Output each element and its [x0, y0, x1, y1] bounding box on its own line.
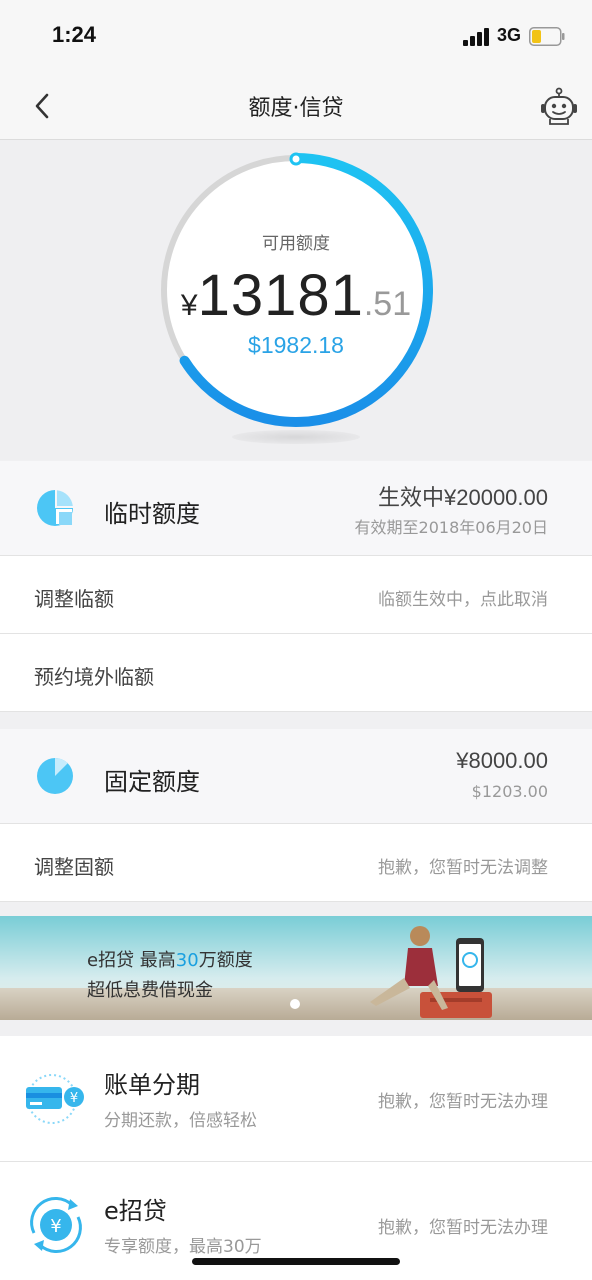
adjust-temp-hint[interactable]: 临额生效中，点此取消 — [378, 585, 548, 610]
status-bar: 1:24 3G — [0, 0, 592, 72]
home-indicator — [192, 1258, 400, 1265]
ring-shadow — [232, 430, 360, 444]
temp-limit-title: 临时额度 — [104, 500, 200, 528]
fixed-limit-section[interactable]: 固定额度 ¥8000.00 $1203.00 — [0, 729, 592, 824]
fixed-limit-title: 固定额度 — [104, 768, 200, 796]
service-subtitle: 专享额度，最高30万 — [104, 1237, 262, 1257]
fixed-limit-usd: $1203.00 — [471, 782, 548, 801]
temp-limit-valid-until: 有效期至2018年06月20日 — [354, 518, 548, 537]
adjust-fixed-row[interactable]: 调整固额 抱歉，您暂时无法调整 — [0, 824, 592, 902]
network-type: 3G — [497, 25, 522, 45]
page-title: 额度·信贷 — [248, 96, 344, 121]
service-status: 抱歉，您暂时无法办理 — [378, 1218, 548, 1238]
banner-headline-prefix: e招贷 最高 — [87, 950, 176, 971]
amount-decimal: .51 — [363, 285, 412, 323]
pie-chart-icon — [37, 758, 73, 794]
adjust-fixed-hint: 抱歉，您暂时无法调整 — [378, 858, 548, 878]
available-credit-amount: ¥13181.51 — [176, 262, 416, 329]
card-installment-icon: ¥ — [26, 1074, 84, 1124]
service-subtitle: 分期还款，倍感轻松 — [104, 1111, 257, 1131]
svg-text:¥: ¥ — [50, 1216, 61, 1237]
service-title: 账单分期 — [104, 1071, 200, 1099]
service-title: e招贷 — [104, 1197, 167, 1225]
yen-loan-icon: ¥ — [30, 1197, 82, 1253]
banner-headline: e招贷 最高30万额度 — [87, 946, 253, 972]
status-time: 1:24 — [52, 22, 97, 47]
adjust-temp-row[interactable]: 调整临额 临额生效中，点此取消 — [0, 556, 592, 634]
nav-bar: 额度·信贷 — [0, 72, 592, 140]
carousel-dot — [290, 999, 300, 1009]
available-credit-label: 可用额度 — [262, 234, 330, 254]
battery-icon — [529, 27, 565, 46]
fixed-limit-cny: ¥8000.00 — [456, 748, 548, 773]
currency-symbol: ¥ — [180, 289, 198, 322]
pie-chart-icon — [37, 490, 73, 526]
available-credit-usd: $1982.18 — [248, 332, 344, 358]
temp-limit-status: 生效中¥20000.00 — [378, 485, 548, 510]
temp-limit-section[interactable]: 临时额度 生效中¥20000.00 有效期至2018年06月20日 — [0, 461, 592, 556]
banner-headline-highlight: 30 — [175, 950, 199, 971]
assistant-robot-icon[interactable] — [540, 86, 578, 126]
adjust-temp-label: 调整临额 — [34, 587, 114, 611]
service-row-bill-installment[interactable]: ¥ 账单分期 分期还款，倍感轻松 抱歉，您暂时无法办理 — [0, 1036, 592, 1162]
service-status: 抱歉，您暂时无法办理 — [378, 1092, 548, 1112]
amount-integer: 13181 — [197, 263, 364, 328]
banner-subline: 超低息费借现金 — [87, 980, 213, 1001]
svg-text:¥: ¥ — [70, 1091, 78, 1106]
overseas-temp-label: 预约境外临额 — [34, 665, 154, 689]
overseas-temp-row[interactable]: 预约境外临额 — [0, 634, 592, 712]
signal-icon — [463, 28, 489, 46]
banner-headline-suffix: 万额度 — [198, 950, 253, 971]
adjust-fixed-label: 调整固额 — [34, 855, 114, 879]
